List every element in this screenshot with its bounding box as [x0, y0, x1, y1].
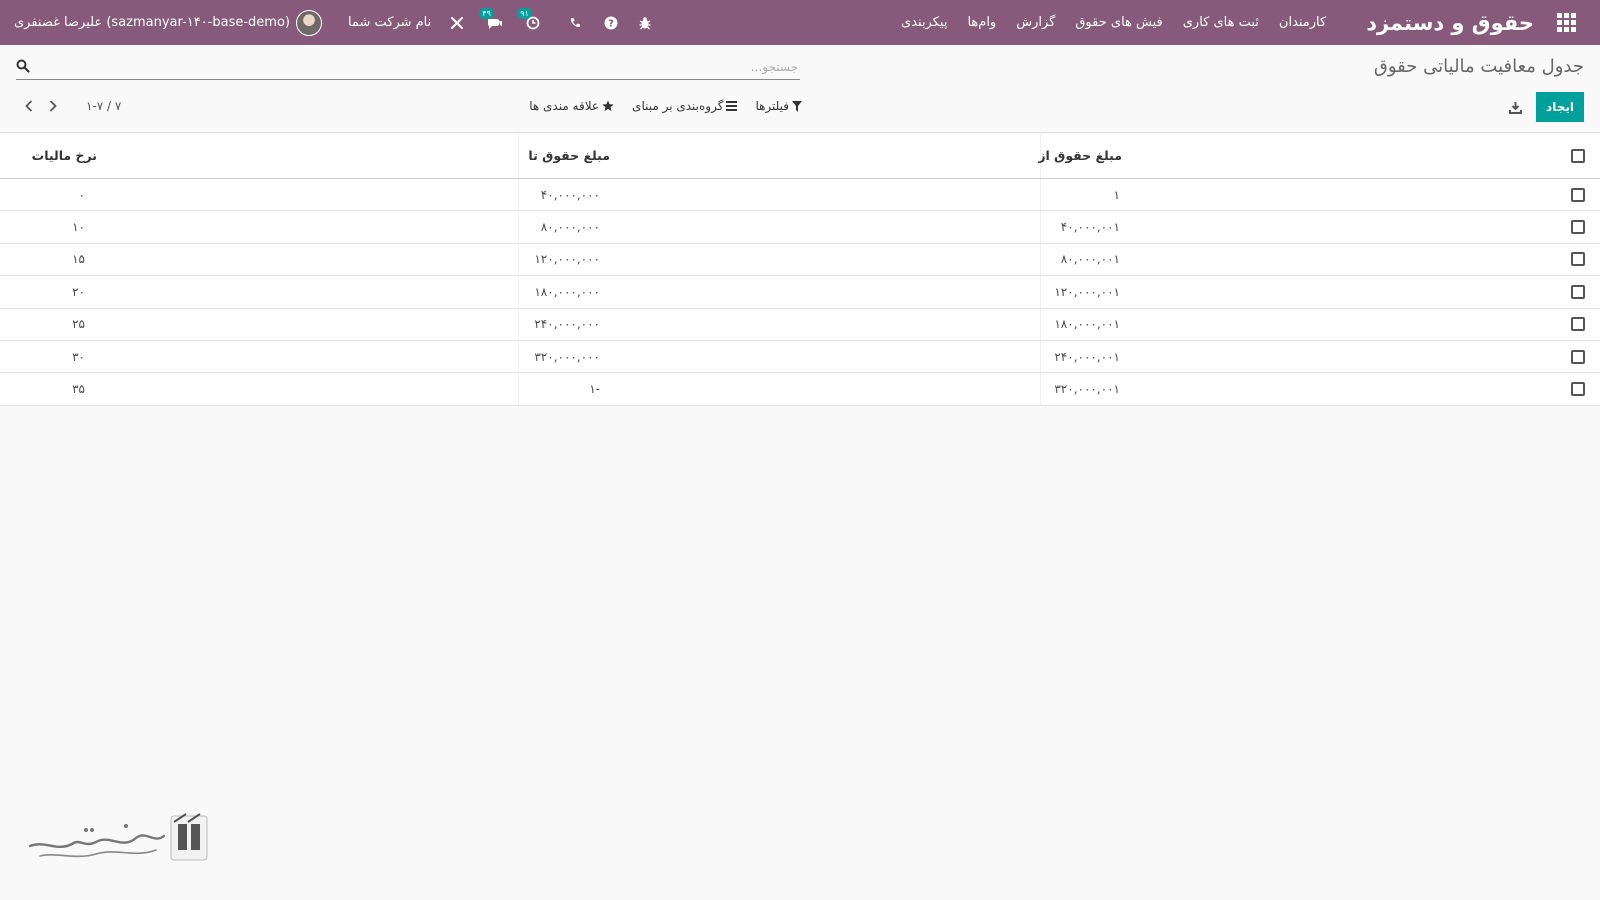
cell-salary-from: ۱ — [1113, 187, 1120, 202]
pager-next-chevron-icon[interactable] — [46, 97, 60, 115]
messages-badge: ۴۹ — [479, 7, 494, 19]
row-checkbox[interactable] — [1571, 382, 1585, 397]
select-all-checkbox[interactable] — [1571, 148, 1585, 163]
pager-value[interactable]: ۱-۷ / ۷ — [86, 99, 121, 113]
menu-item-reporting[interactable]: گزارش — [1016, 15, 1055, 30]
cell-salary-to: ۱۲۰,۰۰۰,۰۰۰ — [534, 252, 600, 267]
export-download-icon[interactable] — [1504, 96, 1526, 118]
groupby-toggle[interactable]: گروه‌بندی بر مبنای — [632, 99, 738, 113]
menu-item-employees[interactable]: کارمندان — [1279, 15, 1326, 30]
debug-bug-icon[interactable] — [637, 15, 653, 31]
watermark-logo — [26, 808, 212, 868]
pager: ۱-۷ / ۷ — [22, 96, 121, 116]
menu-item-work-entries[interactable]: ثبت های کاری — [1183, 15, 1259, 30]
create-button[interactable]: ایجاد — [1536, 92, 1584, 122]
star-icon — [602, 100, 614, 111]
tools-icon[interactable] — [449, 15, 465, 31]
cell-tax-rate: ۳۰ — [72, 349, 85, 364]
cell-salary-from: ۴۰,۰۰۰,۰۰۱ — [1060, 220, 1120, 235]
row-checkbox[interactable] — [1571, 252, 1585, 267]
app-brand[interactable]: حقوق و دستمزد — [1366, 11, 1534, 35]
cell-tax-rate: ۰ — [78, 187, 85, 202]
menu-item-configuration[interactable]: پیکربندی — [901, 15, 947, 30]
activity-badge: ۹۱ — [517, 7, 532, 19]
cell-salary-to: ۱- — [589, 382, 600, 397]
cell-salary-from: ۱۸۰,۰۰۰,۰۰۱ — [1054, 317, 1120, 332]
table-row[interactable]: ۱۸۰,۰۰۰,۰۰۱ ۲۴۰,۰۰۰,۰۰۰ ۲۵ — [0, 308, 1600, 341]
table-row[interactable]: ۴۰,۰۰۰,۰۰۱ ۸۰,۰۰۰,۰۰۰ ۱۰ — [0, 211, 1600, 244]
row-checkbox[interactable] — [1571, 187, 1585, 202]
cell-salary-from: ۲۴۰,۰۰۰,۰۰۱ — [1054, 349, 1120, 364]
favorites-toggle[interactable]: علاقه مندی ها — [529, 99, 614, 113]
help-icon[interactable]: ? — [603, 15, 619, 31]
systray: علیرضا غضنفری (sazmanyar-۱۴۰-base-demo) … — [14, 0, 653, 45]
cell-salary-to: ۸۰,۰۰۰,۰۰۰ — [540, 220, 600, 235]
search-input[interactable] — [32, 54, 800, 79]
bars-icon — [726, 101, 738, 111]
column-header-tax-rate[interactable]: نرخ مالیات — [12, 133, 97, 178]
favorites-label: علاقه مندی ها — [529, 99, 600, 113]
row-checkbox[interactable] — [1571, 220, 1585, 235]
cell-tax-rate: ۳۵ — [72, 382, 85, 397]
tax-table-list: مبلغ حقوق از مبلغ حقوق تا نرخ مالیات ۱ ۴… — [0, 132, 1600, 406]
search-bar — [16, 54, 800, 80]
cell-tax-rate: ۲۵ — [72, 317, 85, 332]
cell-salary-to: ۳۲۰,۰۰۰,۰۰۰ — [534, 349, 600, 364]
table-header: مبلغ حقوق از مبلغ حقوق تا نرخ مالیات — [0, 133, 1600, 179]
svg-text:?: ? — [608, 18, 614, 29]
table-row[interactable]: ۳۲۰,۰۰۰,۰۰۱ ۱- ۳۵ — [0, 373, 1600, 406]
cell-salary-to: ۲۴۰,۰۰۰,۰۰۰ — [534, 317, 600, 332]
cell-salary-to: ۱۸۰,۰۰۰,۰۰۰ — [534, 284, 600, 299]
cell-tax-rate: ۲۰ — [72, 284, 85, 299]
table-row[interactable]: ۱ ۴۰,۰۰۰,۰۰۰ ۰ — [0, 179, 1600, 212]
cell-salary-from: ۸۰,۰۰۰,۰۰۱ — [1060, 252, 1120, 267]
row-checkbox[interactable] — [1571, 284, 1585, 299]
main-menu: کارمندان ثبت های کاری فیش های حقوق گزارش… — [901, 15, 1326, 30]
cell-tax-rate: ۱۵ — [72, 252, 85, 267]
row-checkbox[interactable] — [1571, 349, 1585, 364]
apps-menu-icon[interactable] — [1556, 12, 1576, 33]
pager-previous-chevron-icon[interactable] — [22, 97, 36, 115]
table-row[interactable]: ۸۰,۰۰۰,۰۰۱ ۱۲۰,۰۰۰,۰۰۰ ۱۵ — [0, 243, 1600, 277]
cell-tax-rate: ۱۰ — [72, 220, 85, 235]
filters-label: فیلترها — [755, 99, 789, 113]
messages-icon[interactable]: ۴۹ — [479, 7, 503, 31]
menu-item-payslips[interactable]: فیش های حقوق — [1075, 15, 1162, 30]
menu-item-loans[interactable]: وام‌ها — [967, 15, 996, 30]
column-header-salary-from[interactable]: مبلغ حقوق از — [822, 133, 1122, 178]
row-checkbox[interactable] — [1571, 317, 1585, 332]
table-row[interactable]: ۱۲۰,۰۰۰,۰۰۱ ۱۸۰,۰۰۰,۰۰۰ ۲۰ — [0, 276, 1600, 309]
cell-salary-from: ۳۲۰,۰۰۰,۰۰۱ — [1054, 382, 1120, 397]
cell-salary-to: ۴۰,۰۰۰,۰۰۰ — [540, 187, 600, 202]
search-options: فیلترها گروه‌بندی بر مبنای علاقه مندی ها — [510, 96, 802, 116]
company-switcher[interactable]: نام شرکت شما — [348, 15, 431, 30]
user-avatar[interactable] — [295, 9, 322, 36]
filters-toggle[interactable]: فیلترها — [755, 99, 802, 113]
table-row[interactable]: ۲۴۰,۰۰۰,۰۰۱ ۳۲۰,۰۰۰,۰۰۰ ۳۰ — [0, 340, 1600, 374]
column-header-salary-to[interactable]: مبلغ حقوق تا — [310, 133, 610, 178]
filter-icon — [792, 100, 802, 112]
groupby-label: گروه‌بندی بر مبنای — [632, 99, 724, 113]
activity-clock-icon[interactable]: ۹۱ — [517, 7, 541, 31]
cell-salary-from: ۱۲۰,۰۰۰,۰۰۱ — [1054, 284, 1120, 299]
breadcrumb-title: جدول معافیت مالیاتی حقوق — [1373, 56, 1584, 77]
phone-icon[interactable] — [567, 15, 583, 31]
search-icon[interactable] — [16, 59, 32, 75]
user-menu-name[interactable]: علیرضا غضنفری (sazmanyar-۱۴۰-base-demo) — [14, 15, 290, 30]
top-navbar: حقوق و دستمزد کارمندان ثبت های کاری فیش … — [0, 0, 1600, 45]
